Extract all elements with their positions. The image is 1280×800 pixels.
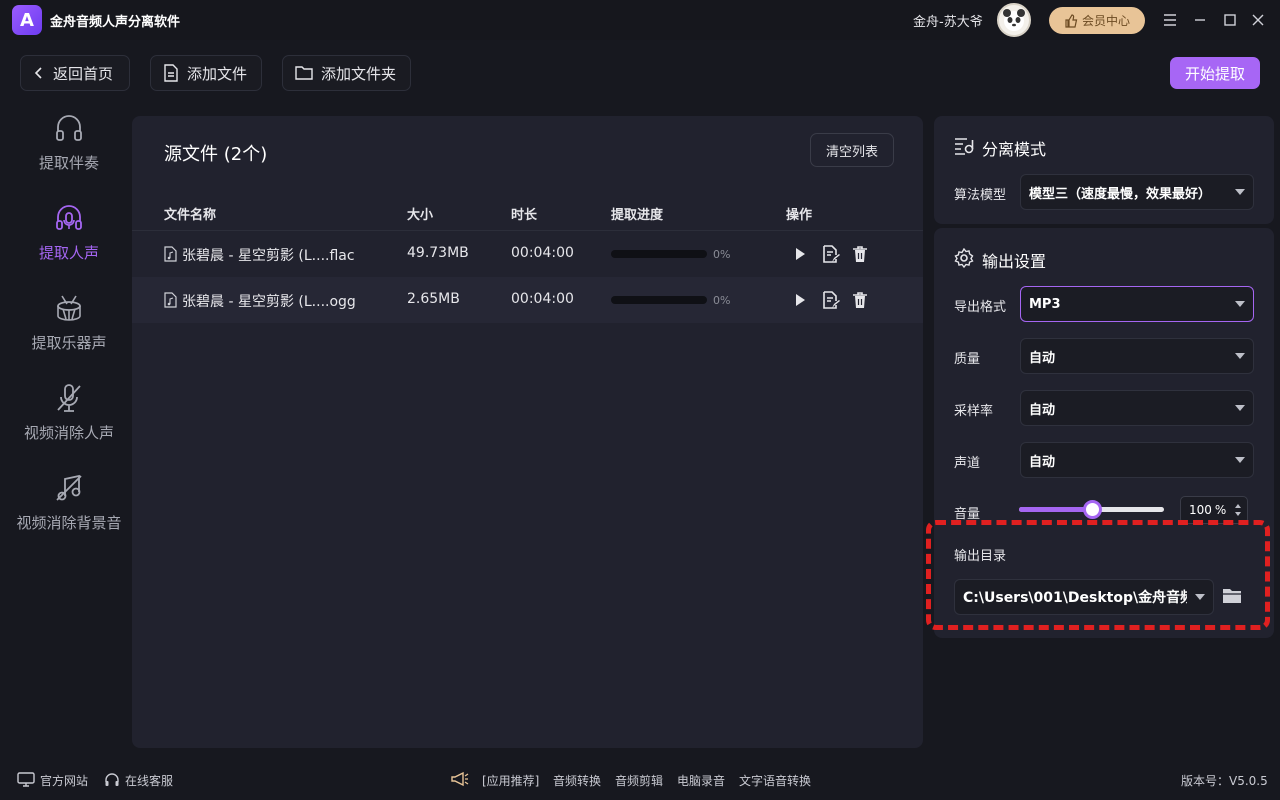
format-select[interactable]: MP3 (1020, 286, 1254, 322)
channel-label: 声道 (954, 456, 981, 471)
file-icon (164, 64, 178, 82)
file-detail-icon[interactable] (822, 245, 840, 263)
samplerate-label: 采样率 (954, 404, 994, 419)
footer-link-pc-record[interactable]: 电脑录音 (677, 772, 725, 789)
official-website-link[interactable]: 官方网站 (40, 772, 88, 789)
progress-percent: 0% (713, 294, 731, 307)
file-duration: 00:04:00 (511, 291, 574, 307)
vip-center-button[interactable]: 会员中心 (1049, 7, 1145, 34)
separation-mode-icon (954, 136, 974, 156)
volume-slider-handle[interactable] (1082, 500, 1102, 519)
chevron-down-icon (1235, 405, 1245, 411)
panel-title: 源文件 (2个) (164, 144, 268, 165)
megaphone-icon (450, 771, 470, 787)
progress-bar (611, 296, 707, 304)
file-detail-icon[interactable] (822, 291, 840, 309)
play-icon[interactable] (794, 247, 806, 261)
avatar[interactable] (997, 3, 1031, 37)
sidebar-item-extract-instrument[interactable]: 提取乐器声 (0, 292, 138, 372)
column-header-size: 大小 (407, 208, 434, 223)
chevron-down-icon (1195, 594, 1205, 600)
gear-icon (954, 248, 974, 268)
quality-select[interactable]: 自动 (1020, 338, 1254, 374)
file-name: 张碧晨 - 星空剪影 (L....flac (182, 248, 355, 264)
sidebar-item-video-remove-bgm[interactable]: 视频消除背景音 (0, 472, 138, 552)
back-home-button[interactable]: 返回首页 (20, 55, 130, 91)
file-size: 49.73MB (407, 245, 469, 261)
chevron-down-icon (1235, 301, 1245, 307)
column-header-name: 文件名称 (164, 208, 217, 223)
progress-percent: 0% (713, 248, 731, 261)
drum-icon (57, 295, 81, 321)
file-duration: 00:04:00 (511, 245, 574, 261)
maximize-icon[interactable] (1220, 10, 1240, 30)
chevron-down-icon (1235, 353, 1245, 359)
app-title: 金舟音频人声分离软件 (50, 15, 181, 30)
headset-icon (104, 772, 120, 787)
folder-browse-icon[interactable] (1222, 587, 1242, 605)
samplerate-select[interactable]: 自动 (1020, 390, 1254, 426)
output-dir-select[interactable]: C:\Users\001\Desktop\金舟音频人 (954, 579, 1214, 615)
website-icon (17, 772, 35, 787)
format-label: 导出格式 (954, 300, 1007, 315)
chevron-down-icon (1235, 457, 1245, 463)
quality-label: 质量 (954, 352, 981, 367)
app-logo: A (12, 5, 42, 35)
panda-avatar-icon (1003, 9, 1025, 31)
online-service-link[interactable]: 在线客服 (125, 772, 173, 789)
column-header-actions: 操作 (786, 208, 813, 223)
footer-link-audio-edit[interactable]: 音频剪辑 (615, 772, 663, 789)
app-recommend-label: [应用推荐] (482, 774, 540, 788)
audio-file-icon (164, 292, 177, 308)
sidebar-item-video-remove-vocals[interactable]: 视频消除人声 (0, 382, 138, 462)
mic-off-icon (57, 384, 81, 412)
headphones-icon (56, 115, 82, 141)
footer-link-tts[interactable]: 文字语音转换 (739, 772, 811, 789)
separation-mode-title: 分离模式 (982, 140, 1047, 159)
username[interactable]: 金舟-苏大爷 (913, 11, 983, 30)
chevron-left-icon (34, 67, 42, 79)
stepper-icon[interactable] (1234, 503, 1242, 517)
thumb-up-icon (1065, 13, 1078, 28)
sidebar-item-extract-vocals[interactable]: 提取人声 (0, 202, 138, 282)
start-extract-button[interactable]: 开始提取 (1170, 57, 1260, 89)
file-name: 张碧晨 - 星空剪影 (L....ogg (182, 294, 356, 310)
output-settings-title: 输出设置 (982, 252, 1047, 271)
algorithm-select[interactable]: 模型三（速度最慢，效果最好） (1020, 174, 1254, 210)
chevron-down-icon (1235, 189, 1245, 195)
music-off-icon (56, 474, 82, 501)
audio-file-icon (164, 246, 177, 262)
add-file-button[interactable]: 添加文件 (150, 55, 262, 91)
clear-list-button[interactable]: 清空列表 (810, 133, 894, 167)
delete-icon[interactable] (852, 245, 868, 263)
sidebar-item-extract-accompaniment[interactable]: 提取伴奏 (0, 112, 138, 192)
progress-bar (611, 250, 707, 258)
version-label: 版本号：V5.0.5 (1181, 774, 1268, 788)
add-folder-button[interactable]: 添加文件夹 (282, 55, 411, 91)
folder-icon (295, 66, 313, 80)
column-header-progress: 提取进度 (611, 208, 664, 223)
algorithm-label: 算法模型 (954, 188, 1007, 203)
play-icon[interactable] (794, 293, 806, 307)
column-header-duration: 时长 (511, 208, 538, 223)
file-size: 2.65MB (407, 291, 460, 307)
footer-link-audio-convert[interactable]: 音频转换 (553, 772, 601, 789)
output-dir-label: 输出目录 (954, 549, 1007, 564)
mic-headset-icon (56, 205, 82, 230)
delete-icon[interactable] (852, 291, 868, 309)
menu-icon[interactable] (1160, 10, 1180, 30)
channel-select[interactable]: 自动 (1020, 442, 1254, 478)
close-icon[interactable] (1248, 10, 1268, 30)
minimize-icon[interactable] (1190, 10, 1210, 30)
